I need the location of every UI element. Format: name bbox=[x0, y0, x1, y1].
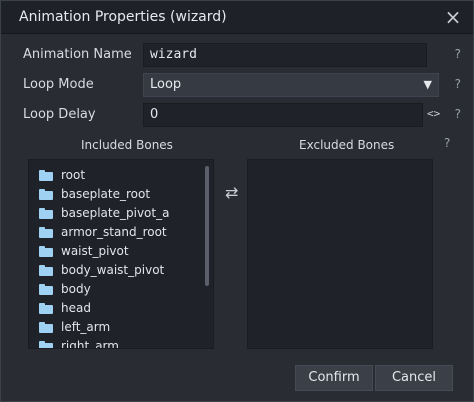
help-icon[interactable]: ? bbox=[444, 136, 450, 150]
folder-icon bbox=[39, 245, 53, 257]
title-bar: Animation Properties (wizard) × bbox=[1, 1, 473, 34]
included-bones-list[interactable]: root baseplate_root baseplate_pivot_aarmor… bbox=[28, 159, 214, 349]
help-icon[interactable]: ? bbox=[455, 77, 461, 91]
list-item[interactable]: body bbox=[39, 280, 91, 298]
animation-name-input[interactable]: wizard bbox=[143, 43, 427, 67]
folder-icon bbox=[39, 283, 53, 295]
included-bones-title: Included Bones bbox=[81, 138, 173, 152]
list-item[interactable]: waist_pivot bbox=[39, 242, 129, 260]
folder-icon bbox=[39, 169, 53, 181]
folder-icon bbox=[39, 226, 53, 238]
list-item[interactable]: armor_stand_root bbox=[39, 223, 167, 241]
stepper-arrows-icon[interactable]: <> bbox=[427, 107, 440, 120]
folder-icon bbox=[39, 340, 53, 348]
bone-label: root bbox=[61, 168, 86, 182]
folder-icon bbox=[39, 207, 53, 219]
list-item[interactable]: baseplate_pivot_a bbox=[39, 204, 169, 222]
close-icon[interactable]: × bbox=[441, 5, 465, 29]
loop-mode-row: Loop Mode Loop ▼ ? bbox=[23, 73, 463, 97]
list-item[interactable]: right_arm bbox=[39, 337, 119, 349]
animation-name-label: Animation Name bbox=[23, 47, 132, 62]
loop-delay-input[interactable]: 0 bbox=[143, 103, 423, 127]
excluded-bones-list[interactable] bbox=[247, 159, 433, 349]
help-icon[interactable]: ? bbox=[455, 47, 461, 61]
folder-icon bbox=[39, 302, 53, 314]
help-icon[interactable]: ? bbox=[455, 107, 461, 121]
cancel-button[interactable]: Cancel bbox=[375, 365, 453, 391]
loop-mode-label: Loop Mode bbox=[23, 77, 94, 92]
folder-icon bbox=[39, 321, 53, 333]
loop-mode-value: Loop bbox=[150, 77, 182, 92]
list-item[interactable]: left_arm bbox=[39, 318, 110, 336]
swap-icon[interactable]: ⇄ bbox=[225, 183, 238, 202]
bone-label: armor_stand_root bbox=[61, 225, 167, 239]
dialog-title: Animation Properties (wizard) bbox=[19, 9, 227, 25]
excluded-bones-title: Excluded Bones bbox=[299, 138, 395, 152]
confirm-button[interactable]: Confirm bbox=[295, 365, 373, 391]
dropdown-arrow-icon: ▼ bbox=[423, 78, 432, 91]
scrollbar[interactable] bbox=[205, 166, 209, 286]
bone-label: right_arm bbox=[61, 339, 119, 349]
bone-label: left_arm bbox=[61, 320, 111, 334]
bone-label: body bbox=[61, 282, 91, 296]
folder-icon bbox=[39, 188, 53, 200]
list-item[interactable]: root bbox=[39, 166, 85, 184]
animation-properties-dialog: Animation Properties (wizard) × Animatio… bbox=[0, 0, 474, 402]
bone-label: waist_pivot bbox=[61, 244, 129, 258]
loop-delay-row: Loop Delay 0 <> ? bbox=[23, 103, 463, 127]
bone-label: body_waist_pivot bbox=[61, 263, 165, 277]
folder-icon bbox=[39, 264, 53, 276]
bone-label: baseplate_root bbox=[61, 187, 151, 201]
bone-label: baseplate_pivot_a bbox=[61, 206, 170, 220]
list-item[interactable]: head bbox=[39, 299, 91, 317]
bone-label: head bbox=[61, 301, 91, 315]
list-item[interactable]: body_waist_pivot bbox=[39, 261, 164, 279]
loop-mode-select[interactable]: Loop ▼ bbox=[143, 73, 439, 97]
loop-delay-label: Loop Delay bbox=[23, 107, 96, 122]
list-item[interactable]: baseplate_root bbox=[39, 185, 150, 203]
animation-name-row: Animation Name wizard ? bbox=[23, 43, 463, 67]
